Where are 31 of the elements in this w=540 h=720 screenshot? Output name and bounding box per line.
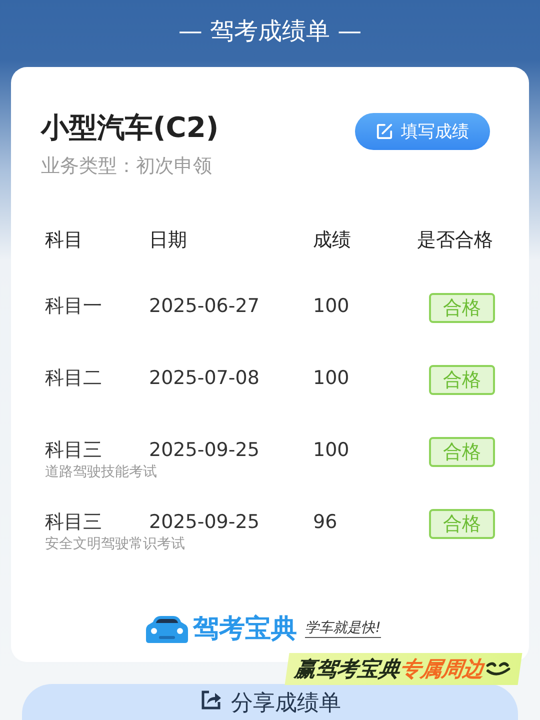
date-cell-text: 2025-09-25 — [149, 438, 260, 463]
subject-cell-text: 科目二 — [45, 366, 102, 391]
column-header: 日期 — [149, 228, 188, 253]
column-header: 是否合格 — [417, 228, 493, 253]
license-type: 小型汽车(C2) — [41, 110, 219, 146]
score-cell-text: 100 — [313, 366, 350, 391]
subject-cell-text: 科目三 — [45, 438, 102, 463]
brand-slogan: 学车就是快! — [305, 619, 381, 638]
share-button[interactable]: 分享成绩单 — [22, 684, 518, 720]
score-cell-text: 96 — [313, 510, 338, 535]
score-cell-text: 100 — [313, 438, 350, 463]
brand-name: 驾考宝典 — [193, 613, 298, 646]
result-badge: 合格 — [429, 293, 495, 323]
score-cell-text: 100 — [313, 294, 350, 319]
column-header: 成绩 — [313, 228, 352, 253]
subject-cell-text: 科目一 — [45, 294, 102, 319]
exam-note: 道路驾驶技能考试 — [45, 463, 157, 481]
date-cell-text: 2025-07-08 — [149, 366, 260, 391]
page-title: — 驾考成绩单 — — [178, 16, 362, 46]
subject-cell-text: 科目三 — [45, 510, 102, 535]
result-badge: 合格 — [429, 437, 495, 467]
result-badge: 合格 — [429, 365, 495, 395]
share-icon — [199, 688, 223, 712]
edit-icon — [376, 123, 393, 140]
result-badge: 合格 — [429, 509, 495, 539]
business-type: 业务类型：初次申领 — [41, 154, 213, 179]
column-header: 科目 — [45, 228, 84, 253]
date-cell-text: 2025-06-27 — [149, 294, 260, 319]
exam-note: 安全文明驾驶常识考试 — [45, 535, 185, 553]
date-cell-text: 2025-09-25 — [149, 510, 260, 535]
car-logo-icon — [145, 614, 190, 644]
